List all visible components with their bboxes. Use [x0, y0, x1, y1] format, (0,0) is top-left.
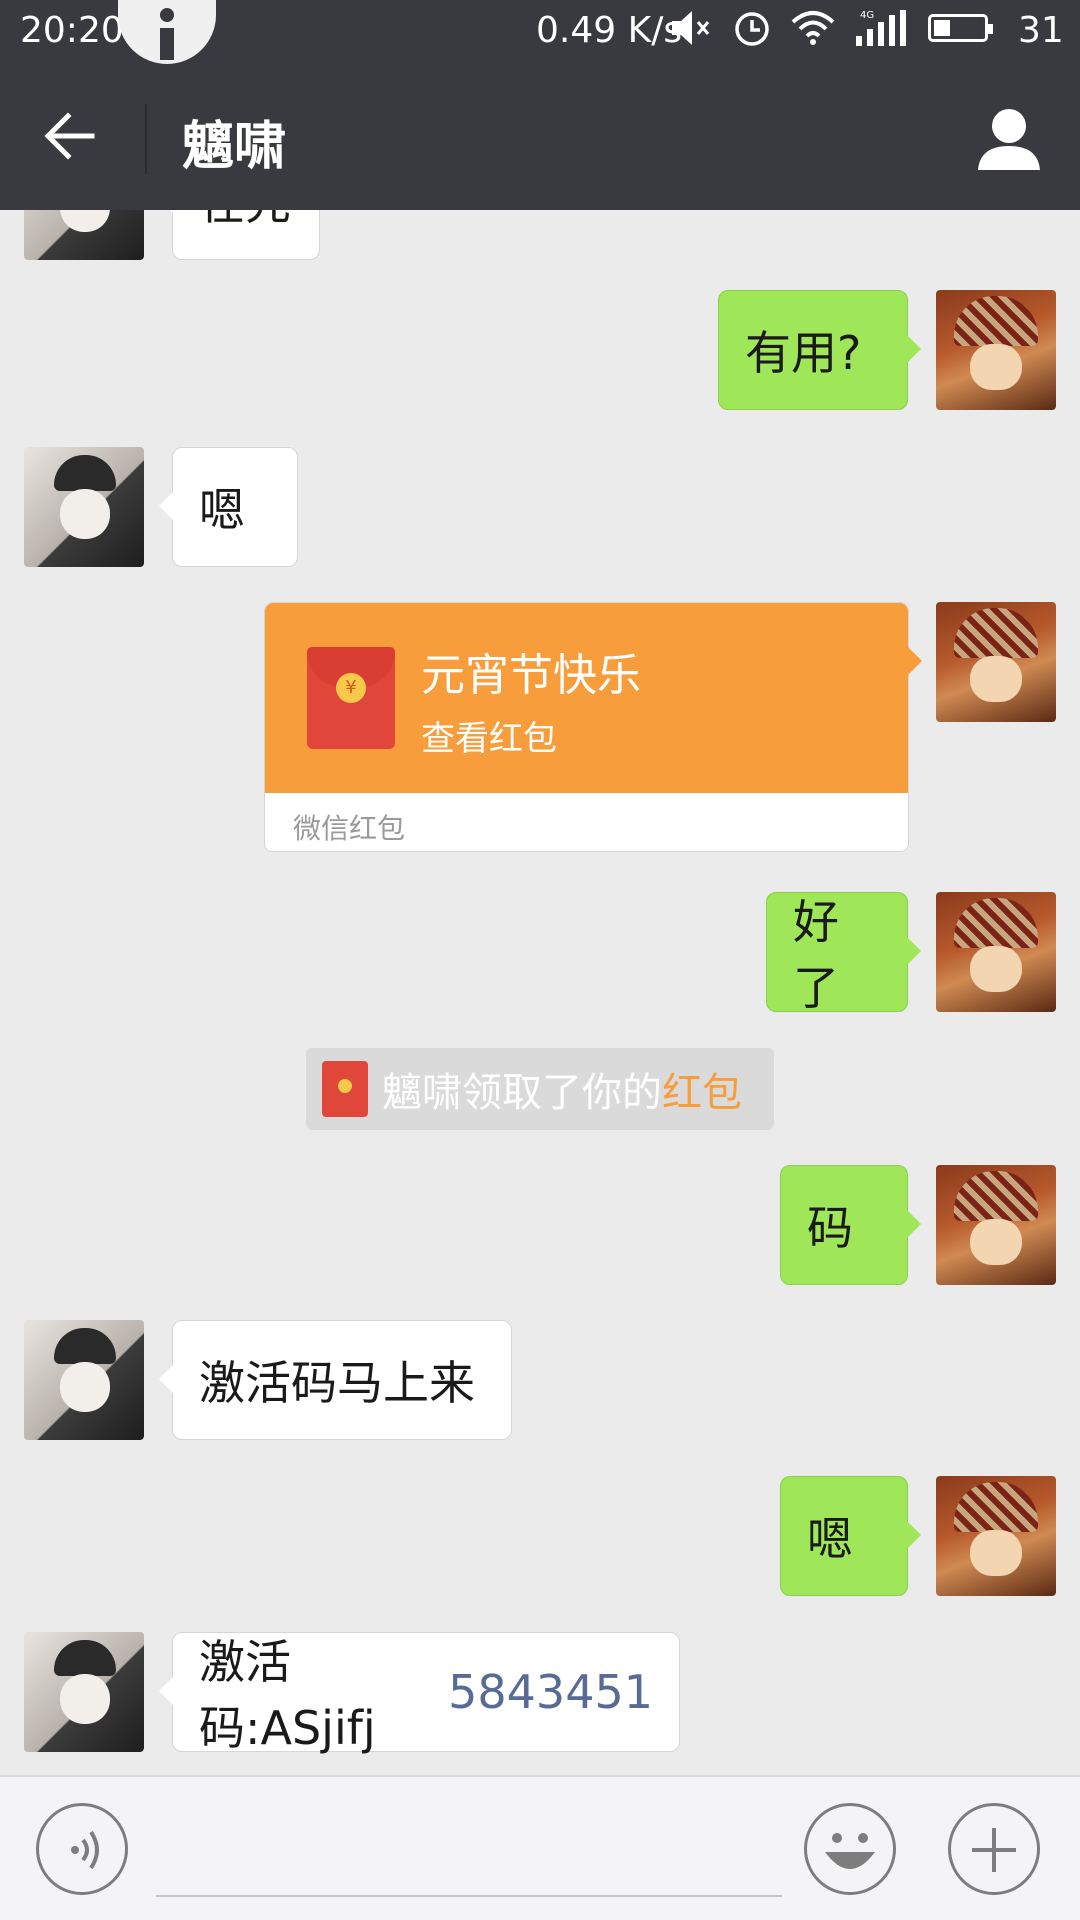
network-speed: 0.49 K/s: [536, 10, 683, 51]
mute-icon: [672, 11, 710, 45]
chat-header: 魑啸: [0, 64, 1080, 210]
signal-4g-icon: 4G: [856, 10, 906, 46]
red-envelope-icon: [322, 1061, 368, 1117]
message-bubble[interactable]: 激活码马上来: [159, 1320, 512, 1440]
status-bar: 20:20 0.49 K/s 4G 31: [0, 0, 1080, 64]
svg-text:4G: 4G: [860, 10, 874, 21]
red-envelope-icon: ¥: [307, 647, 395, 749]
input-bar: [0, 1775, 1080, 1920]
message-input[interactable]: [156, 1895, 782, 1897]
battery-level: 31: [1018, 10, 1064, 51]
contact-avatar[interactable]: [24, 210, 144, 260]
message-bubble[interactable]: 在先: [159, 210, 320, 260]
message-list[interactable]: 在先 有用? 嗯 ¥ 元宵节快乐 查看红包 微信红包 好了: [0, 210, 1080, 1775]
alarm-icon: [735, 12, 769, 46]
notice-text: 魑啸领取了你的: [382, 1070, 662, 1116]
red-packet-subtitle: 查看红包: [421, 719, 557, 759]
status-time: 20:20: [20, 10, 124, 51]
smiley-icon[interactable]: [804, 1803, 896, 1895]
wifi-icon: [791, 11, 835, 45]
message-bubble[interactable]: 好了: [766, 892, 921, 1015]
my-avatar[interactable]: [936, 290, 1056, 410]
person-icon[interactable]: [974, 104, 1044, 174]
red-packet-received-notice[interactable]: 魑啸领取了你的 红包: [306, 1048, 774, 1130]
message-bubble[interactable]: 嗯: [780, 1476, 921, 1596]
red-packet-title: 元宵节快乐: [421, 650, 641, 701]
red-packet-top: ¥ 元宵节快乐 查看红包: [265, 603, 922, 793]
back-arrow-icon[interactable]: [40, 106, 100, 166]
message-bubble[interactable]: 有用?: [718, 290, 921, 410]
plus-icon[interactable]: [948, 1803, 1040, 1895]
my-avatar[interactable]: [936, 1165, 1056, 1285]
message-bubble[interactable]: 码: [780, 1165, 921, 1285]
message-text: 激活码:ASjifj: [199, 1635, 376, 1755]
red-packet-link[interactable]: 红包: [662, 1060, 742, 1118]
battery-icon: [928, 14, 993, 42]
red-packet-footer: 微信红包: [293, 812, 406, 845]
info-icon[interactable]: [118, 0, 216, 64]
message-bubble[interactable]: 激活码:ASjifj 5843451: [159, 1632, 680, 1755]
phone-number-link[interactable]: 5843451: [448, 1665, 653, 1719]
contact-avatar[interactable]: [24, 447, 144, 567]
my-avatar[interactable]: [936, 1476, 1056, 1596]
header-divider: [145, 104, 147, 174]
contact-avatar[interactable]: [24, 1320, 144, 1440]
message-bubble[interactable]: 嗯: [159, 447, 298, 567]
my-avatar[interactable]: [936, 602, 1056, 722]
red-packet-card[interactable]: ¥ 元宵节快乐 查看红包 微信红包: [264, 602, 922, 852]
status-icons: 4G: [670, 8, 993, 48]
my-avatar[interactable]: [936, 892, 1056, 1012]
contact-avatar[interactable]: [24, 1632, 144, 1752]
voice-icon[interactable]: [36, 1803, 128, 1895]
chat-title: 魑啸: [182, 117, 287, 177]
